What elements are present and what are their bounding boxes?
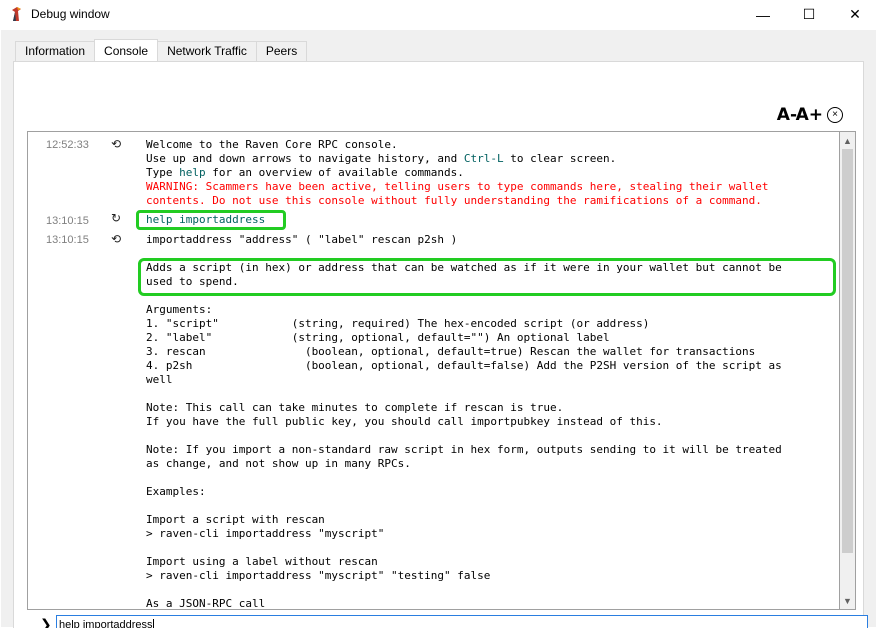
timestamp: 12:52:33: [46, 139, 89, 151]
help-line: 3. rescan (boolean, optional, default=tr…: [146, 345, 756, 358]
console-scrollbar[interactable]: ▲ ▼: [840, 131, 856, 610]
font-decrease-button[interactable]: A-: [777, 105, 797, 125]
tab-console[interactable]: Console: [94, 39, 159, 61]
help-line: As a JSON-RPC call: [146, 597, 266, 610]
tab-peers[interactable]: Peers: [255, 41, 308, 61]
window-client: Information Console Network Traffic Peer…: [1, 30, 876, 628]
title-bar: Debug window — ☐ ✕: [0, 0, 877, 30]
highlight-description: [138, 258, 836, 296]
help-line: 2. "label" (string, optional, default=""…: [146, 331, 610, 344]
request-icon: ↻: [111, 211, 122, 225]
help-line: Import using a label without rescan: [146, 555, 378, 568]
help-line: Examples:: [146, 485, 206, 498]
tab-information[interactable]: Information: [15, 41, 96, 61]
console-panel: A- A+ × 12:52:33 ⟲ Welcome to the Raven …: [13, 61, 868, 628]
raven-app-icon: [12, 7, 21, 21]
console-output[interactable]: 12:52:33 ⟲ Welcome to the Raven Core RPC…: [27, 131, 840, 610]
help-line: as change, and not show up in many RPCs.: [146, 457, 411, 470]
reply-icon: ⟲: [111, 232, 122, 246]
font-increase-button[interactable]: A+: [796, 105, 823, 125]
prompt-chevron-icon: ❯: [40, 617, 52, 628]
close-button[interactable]: ✕: [832, 0, 877, 29]
maximize-icon: ☐: [802, 6, 816, 22]
help-line: Note: If you import a non-standard raw s…: [146, 443, 782, 456]
timestamp: 13:10:15: [46, 215, 89, 227]
reply-icon: ⟲: [111, 137, 122, 151]
minimize-icon: —: [756, 6, 770, 23]
help-line: well: [146, 373, 173, 386]
scroll-thumb[interactable]: [842, 149, 853, 553]
help-line: Import a script with rescan: [146, 513, 325, 526]
close-icon: ✕: [849, 6, 861, 22]
tab-bar: Information Console Network Traffic Peer…: [15, 39, 308, 61]
timestamp: 13:10:15: [46, 234, 89, 246]
console-input[interactable]: help importaddress: [56, 615, 868, 628]
maximize-button[interactable]: ☐: [786, 0, 832, 29]
help-line: 4. p2sh (boolean, optional, default=fals…: [146, 359, 782, 372]
help-line: > raven-cli importaddress "myscript": [146, 527, 385, 540]
help-signature: importaddress "address" ( "label" rescan…: [146, 233, 458, 246]
highlight-command: [136, 210, 286, 230]
minimize-button[interactable]: —: [740, 0, 786, 29]
help-line: > raven-cli importaddress "myscript" "te…: [146, 569, 491, 582]
welcome-message: Welcome to the Raven Core RPC console. U…: [146, 138, 769, 207]
help-line: Note: This call can take minutes to comp…: [146, 401, 564, 414]
help-body: Adds a script (in hex) or address that c…: [146, 261, 782, 610]
scroll-down-icon[interactable]: ▼: [840, 592, 855, 609]
help-line: 1. "script" (string, required) The hex-e…: [146, 317, 650, 330]
tab-network-traffic[interactable]: Network Traffic: [157, 41, 257, 61]
help-line: Arguments:: [146, 303, 213, 316]
scroll-up-icon[interactable]: ▲: [840, 132, 855, 149]
window-title: Debug window: [31, 7, 110, 21]
clear-console-button[interactable]: ×: [827, 107, 843, 123]
clear-icon: ×: [832, 109, 838, 120]
help-line: If you have the full public key, you sho…: [146, 415, 663, 428]
